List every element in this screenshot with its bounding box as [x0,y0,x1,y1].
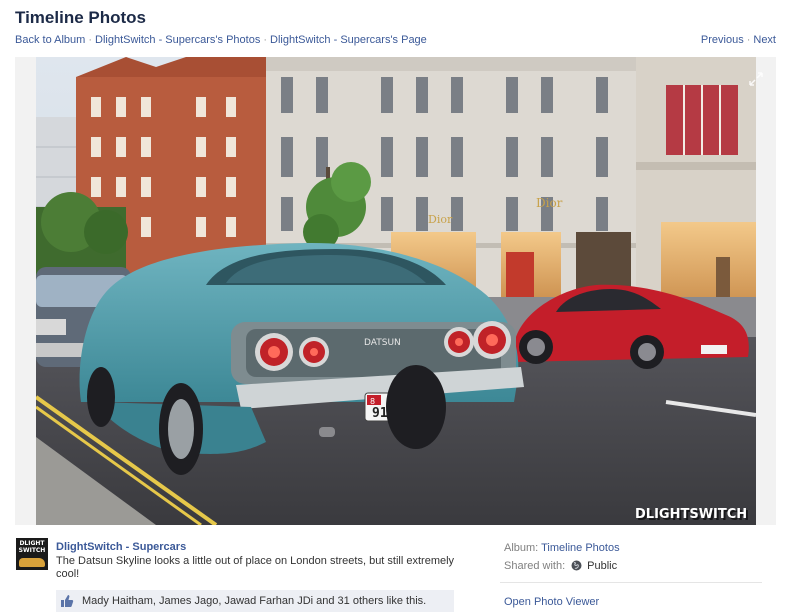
pager-separator: · [746,34,751,46]
next-link[interactable]: Next [753,34,776,46]
owner-name-link[interactable]: DlightSwitch - Supercars [56,541,186,553]
avatar-label: DLIGHT SWITCH [18,540,46,554]
owner-photos-link[interactable]: DlightSwitch - Supercars's Photos [95,34,260,46]
album-label: Album: [504,542,539,554]
privacy-meta: Shared with: Public [504,560,617,572]
breadcrumb-separator: · [263,34,268,46]
dior-sign: Dior [428,213,453,226]
watermark-group: DLIGHTSWITCH DLIGHTSWITCH [635,507,749,524]
previous-link[interactable]: Previous [701,34,744,46]
breadcrumb-separator: · [88,34,92,46]
likes-summary[interactable]: Mady Haitham, James Jago, Jawad Farhan J… [82,595,426,607]
timeline-photo[interactable]: Dior Dior DATSUN 8 DLIGHTSWITCH DLIGHTSW… [36,57,756,525]
open-photo-viewer-link[interactable]: Open Photo Viewer [504,596,599,608]
dior-sign: Dior [536,196,563,210]
owner-avatar[interactable]: DLIGHT SWITCH [16,538,48,570]
plate-code: 8 [370,397,375,406]
breadcrumb: Back to Album · DlightSwitch - Supercars's… [15,34,427,46]
globe-icon [571,560,582,571]
like-bar: Mady Haitham, James Jago, Jawad Farhan J… [56,590,454,612]
avatar-car-graphic [19,558,45,567]
album-link[interactable]: Timeline Photos [541,542,619,554]
owner-page-link[interactable]: DlightSwitch - Supercars's Page [270,34,427,46]
album-meta: Album: Timeline Photos [504,542,620,554]
watermark: DLIGHTSWITCH [635,507,747,522]
photo-pager: Previous · Next [701,34,776,46]
photo-caption: The Datsun Skyline looks a little out of… [56,555,455,580]
expand-icon[interactable] [748,71,764,87]
trunk-badge: DATSUN [364,338,401,348]
thumbs-up-icon [61,595,74,607]
back-to-album-link[interactable]: Back to Album [15,34,85,46]
photo-stage: Dior Dior DATSUN 8 DLIGHTSWITCH DLIGHTSW… [15,57,776,525]
page-title: Timeline Photos [15,8,146,27]
shared-label: Shared with: [504,560,566,572]
privacy-value: Public [587,560,618,572]
sidebar-divider [500,582,762,583]
